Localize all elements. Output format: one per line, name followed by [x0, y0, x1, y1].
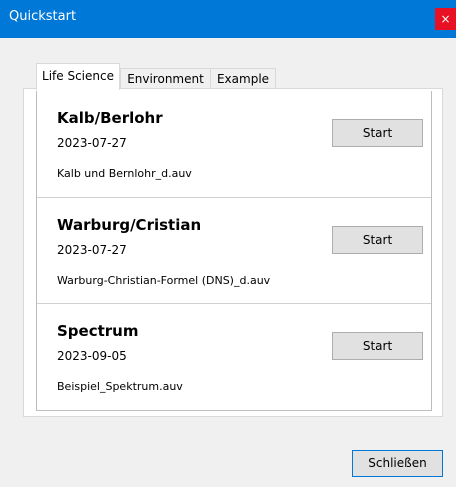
tab-environment[interactable]: Environment	[120, 68, 211, 88]
tab-example[interactable]: Example	[210, 68, 276, 88]
start-button[interactable]: Start	[332, 226, 423, 254]
item-file: Kalb und Bernlohr_d.auv	[57, 167, 192, 180]
item-file: Warburg-Christian-Formel (DNS)_d.auv	[57, 274, 271, 287]
tab-panel: Kalb/Berlohr 2023-07-27 Kalb und Bernloh…	[23, 88, 443, 417]
item-date: 2023-07-27	[57, 136, 127, 150]
window-close-button[interactable]: ×	[435, 8, 456, 30]
item-title: Spectrum	[57, 322, 139, 340]
title-bar: Quickstart ×	[0, 0, 456, 38]
list-item: Kalb/Berlohr 2023-07-27 Kalb und Bernloh…	[37, 91, 431, 197]
window-title: Quickstart	[9, 9, 77, 24]
quickstart-list: Kalb/Berlohr 2023-07-27 Kalb und Bernloh…	[36, 91, 432, 411]
item-title: Warburg/Cristian	[57, 216, 202, 234]
item-date: 2023-07-27	[57, 243, 127, 257]
item-title: Kalb/Berlohr	[57, 109, 163, 127]
list-item: Warburg/Cristian 2023-07-27 Warburg-Chri…	[37, 197, 431, 303]
item-date: 2023-09-05	[57, 349, 127, 363]
item-file: Beispiel_Spektrum.auv	[57, 380, 183, 393]
start-button[interactable]: Start	[332, 119, 423, 147]
close-button[interactable]: Schließen	[352, 450, 443, 477]
tab-life-science[interactable]: Life Science	[36, 63, 120, 90]
list-item: Spectrum 2023-09-05 Beispiel_Spektrum.au…	[37, 303, 431, 409]
start-button[interactable]: Start	[332, 332, 423, 360]
